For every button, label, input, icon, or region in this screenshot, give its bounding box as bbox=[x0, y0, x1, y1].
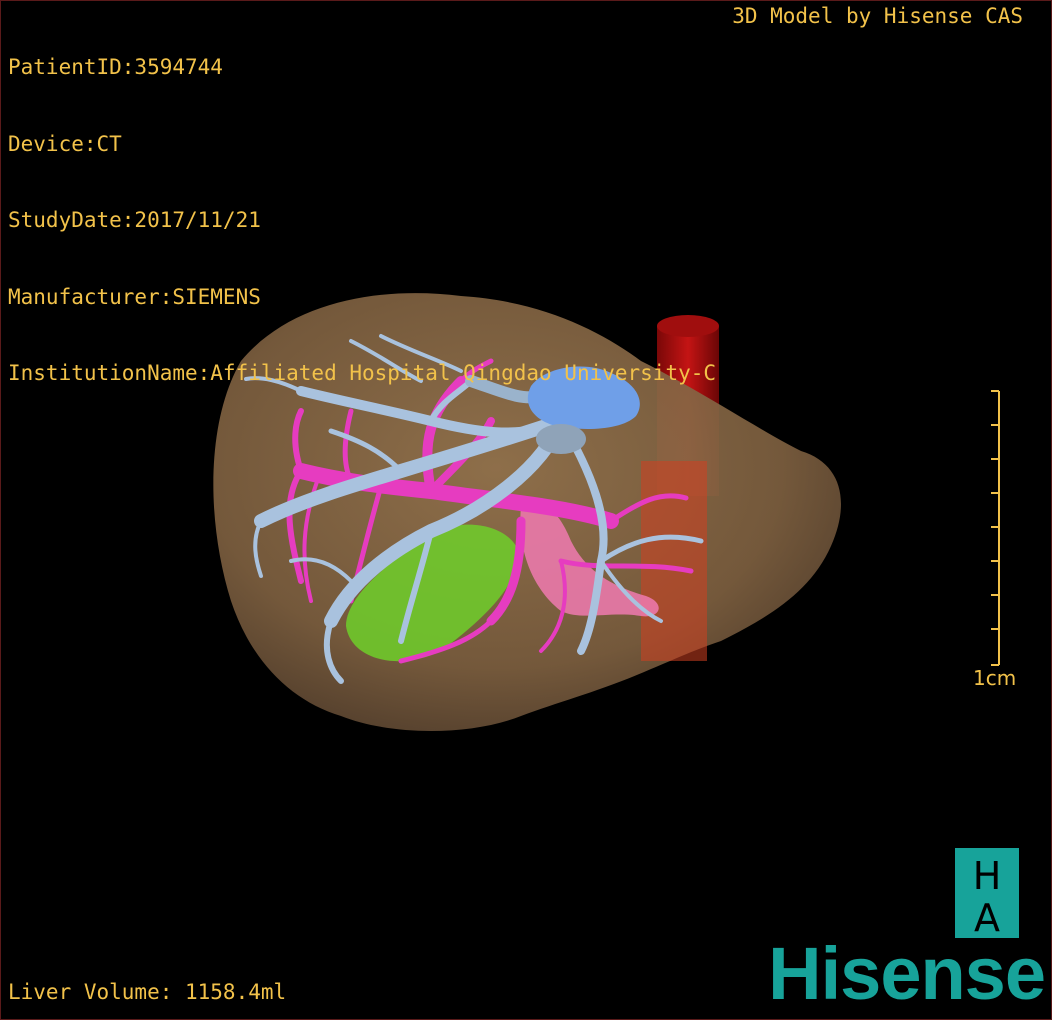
model-credit: 3D Model by Hisense CAS bbox=[732, 4, 1023, 28]
device: Device:CT bbox=[8, 131, 122, 156]
ha-logo: H A bbox=[955, 848, 1019, 940]
patient-id: PatientID:3594744 bbox=[8, 55, 223, 79]
scale-bar bbox=[991, 390, 1000, 666]
hisense-logo: Hisense bbox=[768, 932, 1046, 1015]
scale-bar-label: 1cm bbox=[973, 666, 1017, 690]
logo-letter-h: H bbox=[972, 854, 1002, 898]
3d-viewport[interactable]: PatientID:3594744 Device:CT StudyDate:20… bbox=[0, 0, 1052, 1020]
ivc-intrahepatic bbox=[641, 461, 707, 661]
liver-volume: Liver Volume: 1158.4ml bbox=[8, 979, 287, 1004]
institution-name: InstitutionName:Affiliated Hospital Qing… bbox=[8, 361, 717, 385]
manufacturer: Manufacturer:SIEMENS bbox=[8, 284, 261, 309]
patient-info-overlay: PatientID:3594744 Device:CT StudyDate:20… bbox=[8, 4, 716, 438]
study-date: StudyDate:2017/11/21 bbox=[8, 208, 261, 232]
